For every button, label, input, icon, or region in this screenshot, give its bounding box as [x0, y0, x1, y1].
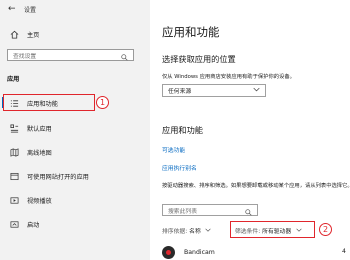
- install-source-description: 仅从 Windows 应用商店安装应用有助于保护你的设备。: [162, 74, 295, 80]
- sidebar-item-offline-maps[interactable]: 离线地图: [0, 144, 150, 160]
- annotation-badge-2: 2: [319, 223, 332, 236]
- web-open-icon: [9, 171, 19, 181]
- sort-label: 排序依据:: [162, 229, 188, 235]
- filter-value: 所有驱动器: [262, 229, 292, 235]
- default-apps-icon: [9, 123, 19, 133]
- sidebar-item-startup[interactable]: 启动: [0, 216, 150, 232]
- settings-window: ← 设置 主页 查找设置 应用 应用和功能 1 默认应用 离线地图 可使用网站打…: [0, 0, 350, 260]
- filter-label: 筛选条件:: [235, 229, 261, 235]
- chevron-down-icon: [205, 227, 211, 234]
- sidebar-item-label: 视频播放: [27, 197, 52, 205]
- settings-search-placeholder: 查找设置: [13, 53, 37, 60]
- sidebar-item-label: 可使用网站打开的应用: [27, 173, 89, 181]
- sidebar-item-home[interactable]: 主页: [0, 26, 150, 42]
- sidebar-item-label: 离线地图: [27, 149, 52, 157]
- sidebar-item-video-playback[interactable]: 视频播放: [0, 192, 150, 208]
- sidebar-item-default-apps[interactable]: 默认应用: [0, 120, 150, 136]
- page-title: 应用和功能: [162, 25, 220, 39]
- sort-value: 名称: [189, 229, 201, 235]
- home-icon: [9, 29, 19, 39]
- apps-list-search-placeholder: 搜索此列表: [168, 208, 197, 215]
- sort-dropdown[interactable]: 排序依据: 名称: [162, 226, 211, 235]
- sidebar-item-web-apps[interactable]: 可使用网站打开的应用: [0, 168, 150, 184]
- main-content: 应用和功能 选择获取应用的位置 仅从 Windows 应用商店安装应用有助于保护…: [150, 0, 350, 260]
- app-list-item[interactable]: Bandicam: [162, 244, 215, 260]
- chevron-down-icon: [296, 227, 302, 234]
- install-source-dropdown[interactable]: 任何来源: [162, 84, 266, 97]
- app-size: 4: [342, 248, 346, 255]
- sidebar-home-label: 主页: [27, 31, 40, 39]
- optional-features-link[interactable]: 可选功能: [162, 145, 185, 154]
- back-arrow-icon[interactable]: ←: [8, 4, 24, 14]
- sidebar-item-label: 默认应用: [27, 125, 52, 133]
- sidebar-section-label: 应用: [7, 76, 20, 83]
- title-bar: ← 设置: [8, 3, 36, 15]
- chevron-down-icon: [253, 87, 260, 94]
- search-icon: [245, 201, 252, 220]
- install-source-heading: 选择获取应用的位置: [162, 54, 236, 64]
- annotation-highlight-1: [3, 94, 95, 111]
- annotation-badge-1: 1: [96, 96, 109, 109]
- app-name: Bandicam: [184, 248, 215, 256]
- bandicam-app-icon: [162, 245, 175, 259]
- search-icon: [121, 46, 128, 65]
- window-title: 设置: [24, 6, 37, 14]
- install-source-value: 任何来源: [168, 89, 192, 95]
- video-playback-icon: [9, 195, 19, 205]
- filter-dropdown[interactable]: 筛选条件: 所有驱动器: [235, 226, 302, 235]
- apps-list-description: 按驱动器搜索、排序和筛选。如果想要卸载或移动某个应用，请从列表中选择它。: [162, 183, 350, 189]
- offline-map-icon: [9, 147, 19, 157]
- app-execution-aliases-link[interactable]: 应用执行别名: [162, 163, 197, 172]
- apps-list-search-input[interactable]: 搜索此列表: [162, 204, 258, 216]
- sidebar: ← 设置 主页 查找设置 应用 应用和功能 1 默认应用 离线地图 可使用网站打…: [0, 0, 150, 260]
- sidebar-item-label: 启动: [27, 221, 40, 229]
- settings-search-input[interactable]: 查找设置: [7, 49, 134, 61]
- startup-icon: [9, 219, 19, 229]
- apps-features-heading: 应用和功能: [162, 125, 203, 135]
